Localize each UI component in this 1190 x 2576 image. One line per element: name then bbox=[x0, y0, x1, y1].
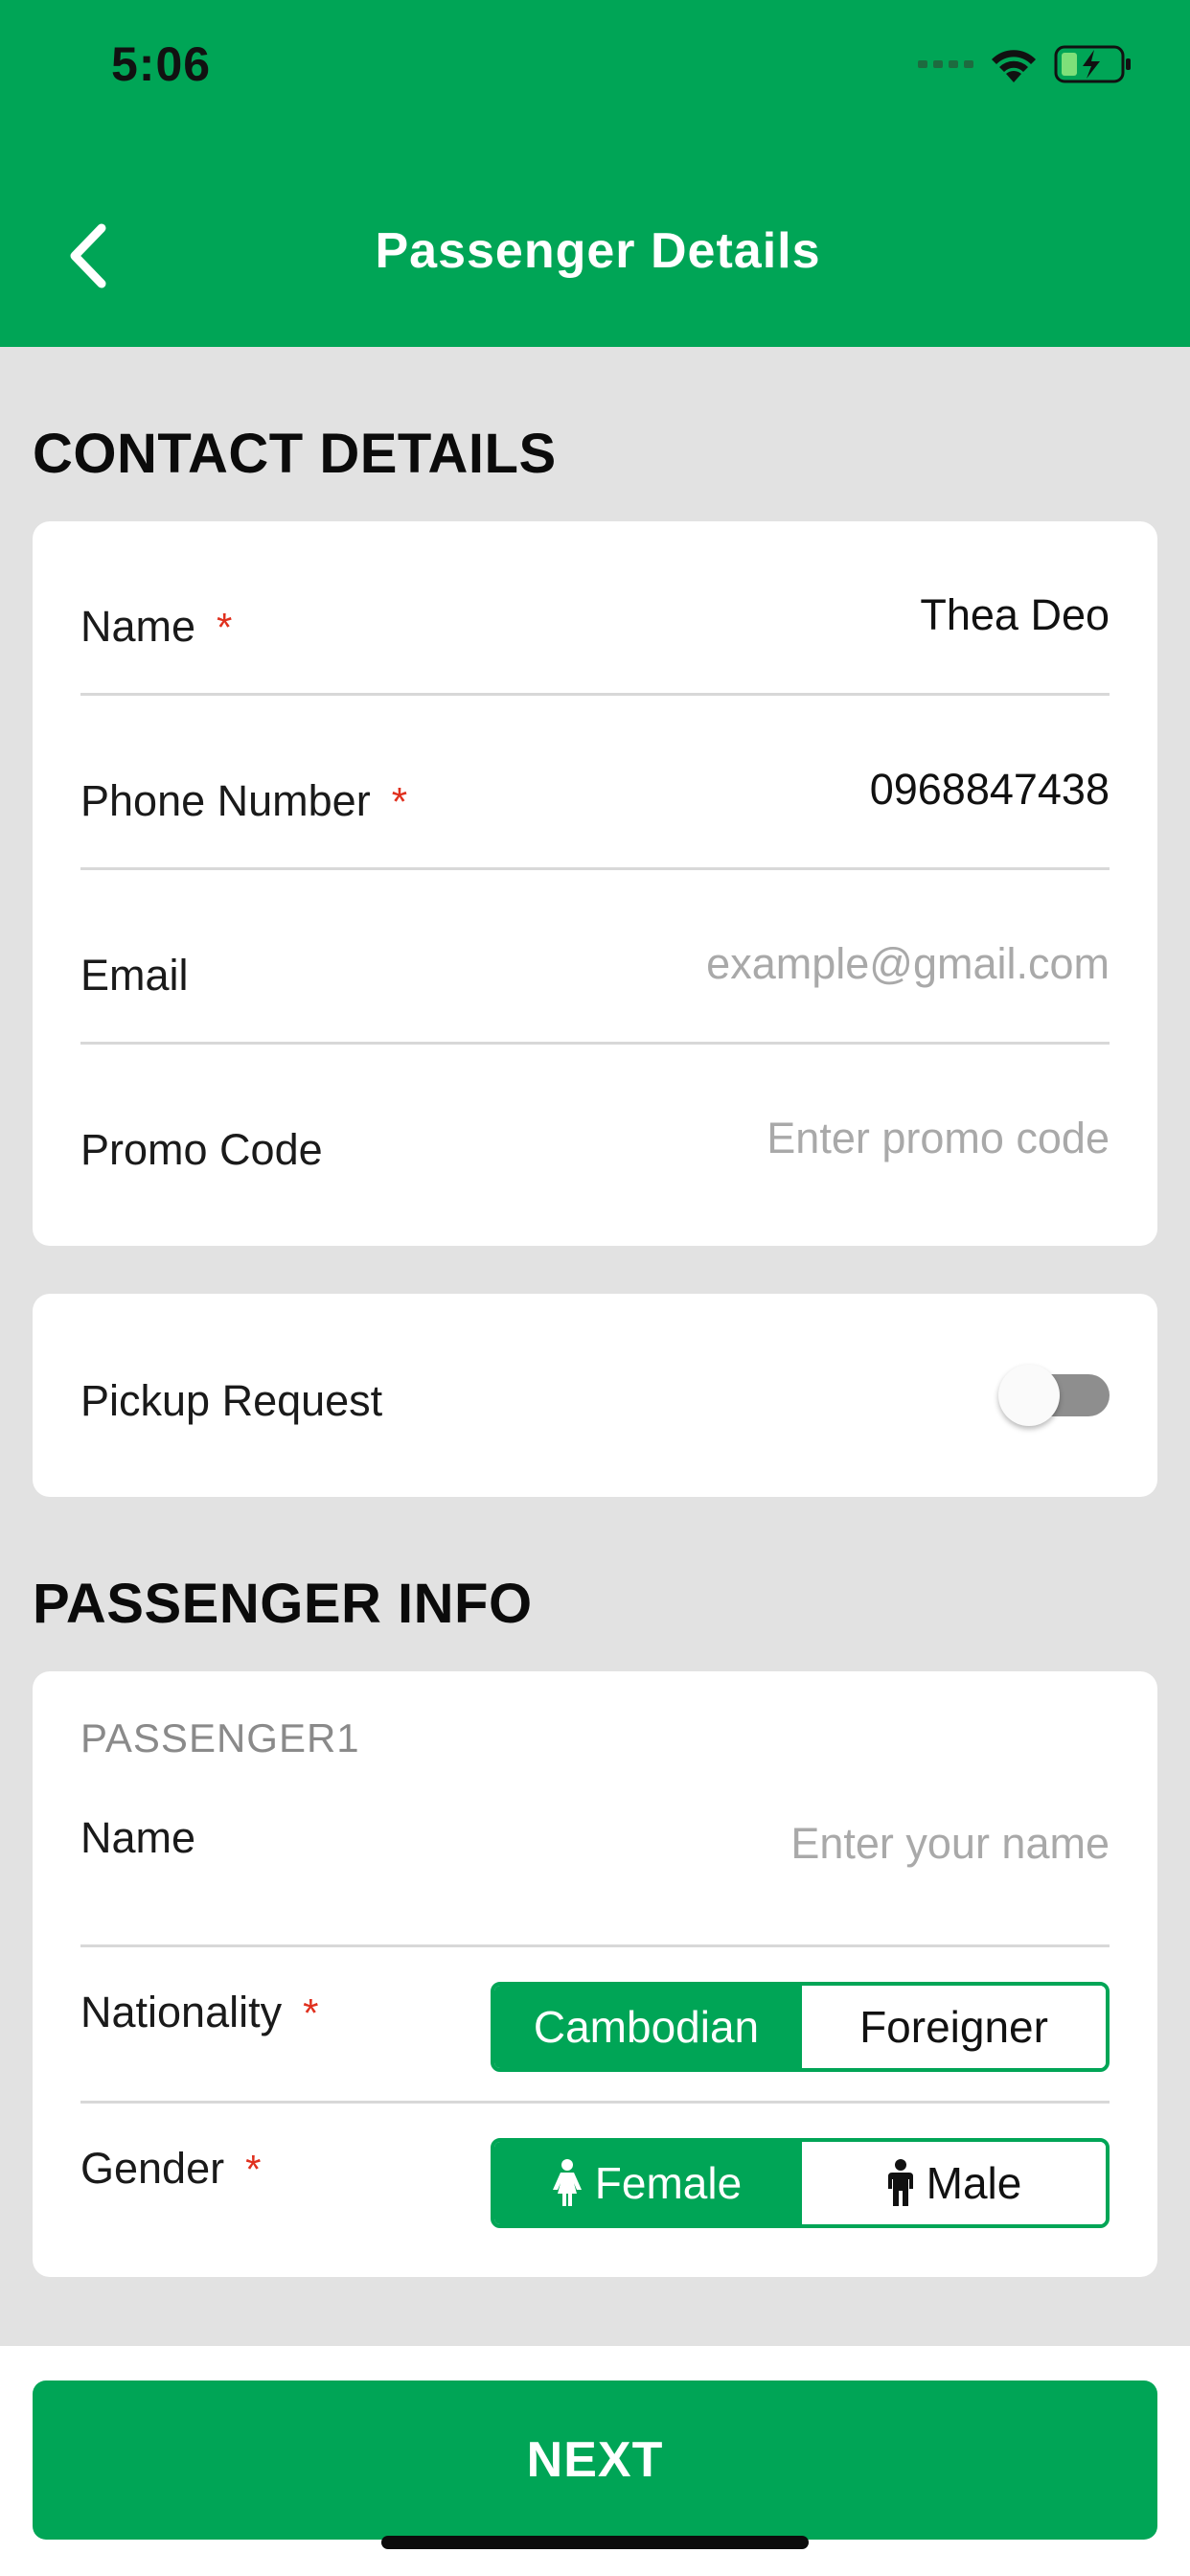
app-header: 5:06 Passenger Details bbox=[0, 0, 1190, 347]
nationality-option-cambodian[interactable]: Cambodian bbox=[494, 1986, 798, 2068]
gender-option-female[interactable]: Female bbox=[494, 2142, 798, 2224]
gender-female-label: Female bbox=[594, 2158, 743, 2208]
email-row[interactable]: Email example@gmail.com bbox=[80, 870, 1110, 1045]
status-icons bbox=[918, 40, 1133, 88]
required-asterisk: * bbox=[391, 779, 408, 824]
contact-details-card: Name * Thea Deo Phone Number * 0968847438 … bbox=[33, 521, 1157, 1246]
required-asterisk: * bbox=[217, 605, 233, 650]
passenger-name-input[interactable]: Enter your name bbox=[790, 1819, 1110, 1869]
male-icon bbox=[887, 2159, 913, 2206]
contact-details-heading: CONTACT DETAILS bbox=[33, 423, 557, 485]
nationality-label: Nationality * bbox=[80, 1988, 319, 2036]
passenger-name-label: Name bbox=[80, 1813, 196, 1862]
passenger-name-row[interactable]: Name Enter your name bbox=[80, 1773, 1110, 1947]
nationality-option-foreigner[interactable]: Foreigner bbox=[798, 1986, 1106, 2068]
passenger-card: PASSENGER1 Name Enter your name National… bbox=[33, 1671, 1157, 2277]
email-input[interactable]: example@gmail.com bbox=[706, 939, 1110, 989]
phone-row[interactable]: Phone Number * 0968847438 bbox=[80, 696, 1110, 870]
pickup-request-label: Pickup Request bbox=[80, 1376, 383, 1425]
battery-charging-icon bbox=[1054, 44, 1133, 84]
required-asterisk: * bbox=[245, 2147, 262, 2192]
promo-code-input[interactable]: Enter promo code bbox=[767, 1114, 1110, 1163]
promo-code-label: Promo Code bbox=[80, 1125, 323, 1174]
pickup-card: Pickup Request bbox=[33, 1294, 1157, 1497]
home-indicator bbox=[381, 2536, 809, 2549]
nationality-row: Nationality * Cambodian Foreigner bbox=[80, 1947, 1110, 2104]
passenger-info-heading: PASSENGER INFO bbox=[33, 1573, 533, 1635]
signal-icon bbox=[918, 60, 973, 68]
pickup-request-toggle[interactable] bbox=[998, 1365, 1110, 1426]
gender-segmented-control: Female Male bbox=[491, 2138, 1110, 2228]
female-icon bbox=[552, 2159, 582, 2206]
name-input[interactable]: Thea Deo bbox=[920, 590, 1110, 640]
status-time: 5:06 bbox=[111, 37, 212, 91]
name-row[interactable]: Name * Thea Deo bbox=[80, 521, 1110, 696]
gender-label: Gender * bbox=[80, 2144, 262, 2193]
nationality-segmented-control: Cambodian Foreigner bbox=[491, 1982, 1110, 2072]
gender-row: Gender * Female Male bbox=[80, 2104, 1110, 2260]
toggle-thumb bbox=[998, 1365, 1060, 1426]
email-label: Email bbox=[80, 951, 189, 1000]
passenger-number-label: PASSENGER1 bbox=[80, 1715, 360, 1760]
gender-male-label: Male bbox=[926, 2158, 1022, 2208]
next-button[interactable]: NEXT bbox=[33, 2380, 1157, 2540]
wifi-icon bbox=[987, 44, 1041, 84]
required-asterisk: * bbox=[303, 1990, 319, 2036]
name-label: Name * bbox=[80, 602, 233, 651]
gender-option-male[interactable]: Male bbox=[798, 2142, 1106, 2224]
phone-input[interactable]: 0968847438 bbox=[870, 765, 1110, 815]
page-title: Passenger Details bbox=[375, 223, 821, 279]
phone-label: Phone Number * bbox=[80, 776, 408, 825]
promo-code-row[interactable]: Promo Code Enter promo code bbox=[80, 1045, 1110, 1219]
